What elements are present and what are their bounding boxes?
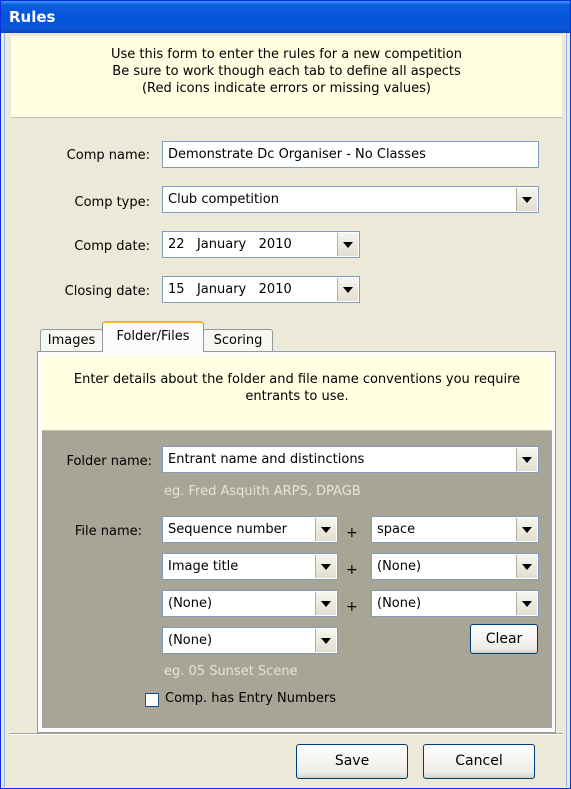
file-name-separator-1-select[interactable]: space [371,516,539,543]
divider [9,733,563,735]
closing-date-label: Closing date: [64,284,150,299]
comp-name-input[interactable]: Demonstrate Dc Organiser - No Classes [162,141,539,168]
plus-sign: + [346,599,358,615]
panel-instructions: Enter details about the folder and file … [42,355,552,431]
comp-type-label: Comp type: [74,195,151,210]
entry-numbers-checkbox[interactable] [145,693,159,707]
panel-instructions-line-2: entrants to use. [245,389,349,404]
folder-name-label: Folder name: [66,454,152,469]
window-body: Use this form to enter the rules for a n… [4,33,567,787]
chevron-down-icon[interactable] [516,592,537,615]
file-name-part-4-value: (None) [168,633,213,648]
file-name-separator-1-value: space [377,522,416,537]
file-name-separator-3-value: (None) [377,596,422,611]
chevron-down-icon[interactable] [516,448,537,471]
plus-sign: + [346,562,358,578]
instructions-panel: Use this form to enter the rules for a n… [11,36,562,118]
closing-date-day[interactable]: 15 [168,282,185,297]
closing-date-year[interactable]: 2010 [259,282,292,297]
chevron-down-icon[interactable] [516,555,537,578]
entry-numbers-label: Comp. has Entry Numbers [165,691,337,706]
file-name-part-2-select[interactable]: Image title [162,553,338,580]
folder-name-select[interactable]: Entrant name and distinctions [162,446,539,473]
chevron-down-icon[interactable] [516,518,537,541]
save-button[interactable]: Save [296,744,408,779]
comp-name-label: Comp name: [66,148,150,163]
chevron-down-icon[interactable] [337,278,358,301]
tab-folder-files[interactable]: Folder/Files [102,321,204,352]
tab-images[interactable]: Images [40,329,103,351]
comp-date-picker[interactable]: 22 January 2010 [162,231,360,258]
file-name-separator-2-select[interactable]: (None) [371,553,539,580]
cancel-button[interactable]: Cancel [423,744,535,779]
file-name-part-4-select[interactable]: (None) [162,627,338,654]
tab-scoring[interactable]: Scoring [203,329,273,351]
panel-instructions-line-1: Enter details about the folder and file … [73,372,521,387]
title-bar[interactable]: Rules [1,1,570,33]
file-name-separator-3-select[interactable]: (None) [371,590,539,617]
folder-files-panel: Enter details about the folder and file … [37,351,556,733]
comp-date-day[interactable]: 22 [168,237,185,252]
closing-date-picker[interactable]: 15 January 2010 [162,276,360,303]
file-name-label: File name: [74,524,142,539]
chevron-down-icon[interactable] [315,555,336,578]
closing-date-month[interactable]: January [197,282,246,297]
chevron-down-icon[interactable] [315,592,336,615]
file-name-part-1-select[interactable]: Sequence number [162,516,338,543]
file-name-part-1-value: Sequence number [168,522,287,537]
chevron-down-icon[interactable] [337,233,358,256]
instructions-line-1: Use this form to enter the rules for a n… [110,47,462,62]
window-title: Rules [9,8,56,26]
comp-type-select[interactable]: Club competition [162,186,539,213]
naming-settings-area: Folder name: Entrant name and distinctio… [42,431,552,728]
rules-window: Rules Use this form to enter the rules f… [0,0,571,789]
file-name-part-3-select[interactable]: (None) [162,590,338,617]
comp-date-year[interactable]: 2010 [259,237,292,252]
chevron-down-icon[interactable] [315,518,336,541]
plus-sign: + [346,525,358,541]
comp-date-label: Comp date: [74,239,150,254]
instructions-line-2: Be sure to work though each tab to defin… [112,64,461,79]
file-name-part-2-value: Image title [168,559,239,574]
file-name-example: eg. 05 Sunset Scene [164,664,298,679]
comp-type-value: Club competition [168,192,279,207]
chevron-down-icon[interactable] [315,629,336,652]
file-name-separator-2-value: (None) [377,559,422,574]
folder-name-value: Entrant name and distinctions [168,452,365,467]
folder-name-example: eg. Fred Asquith ARPS, DPAGB [164,484,361,499]
comp-date-month[interactable]: January [197,237,246,252]
instructions-line-3: (Red icons indicate errors or missing va… [141,81,432,96]
chevron-down-icon[interactable] [516,188,537,211]
clear-button[interactable]: Clear [470,624,538,654]
file-name-part-3-value: (None) [168,596,213,611]
